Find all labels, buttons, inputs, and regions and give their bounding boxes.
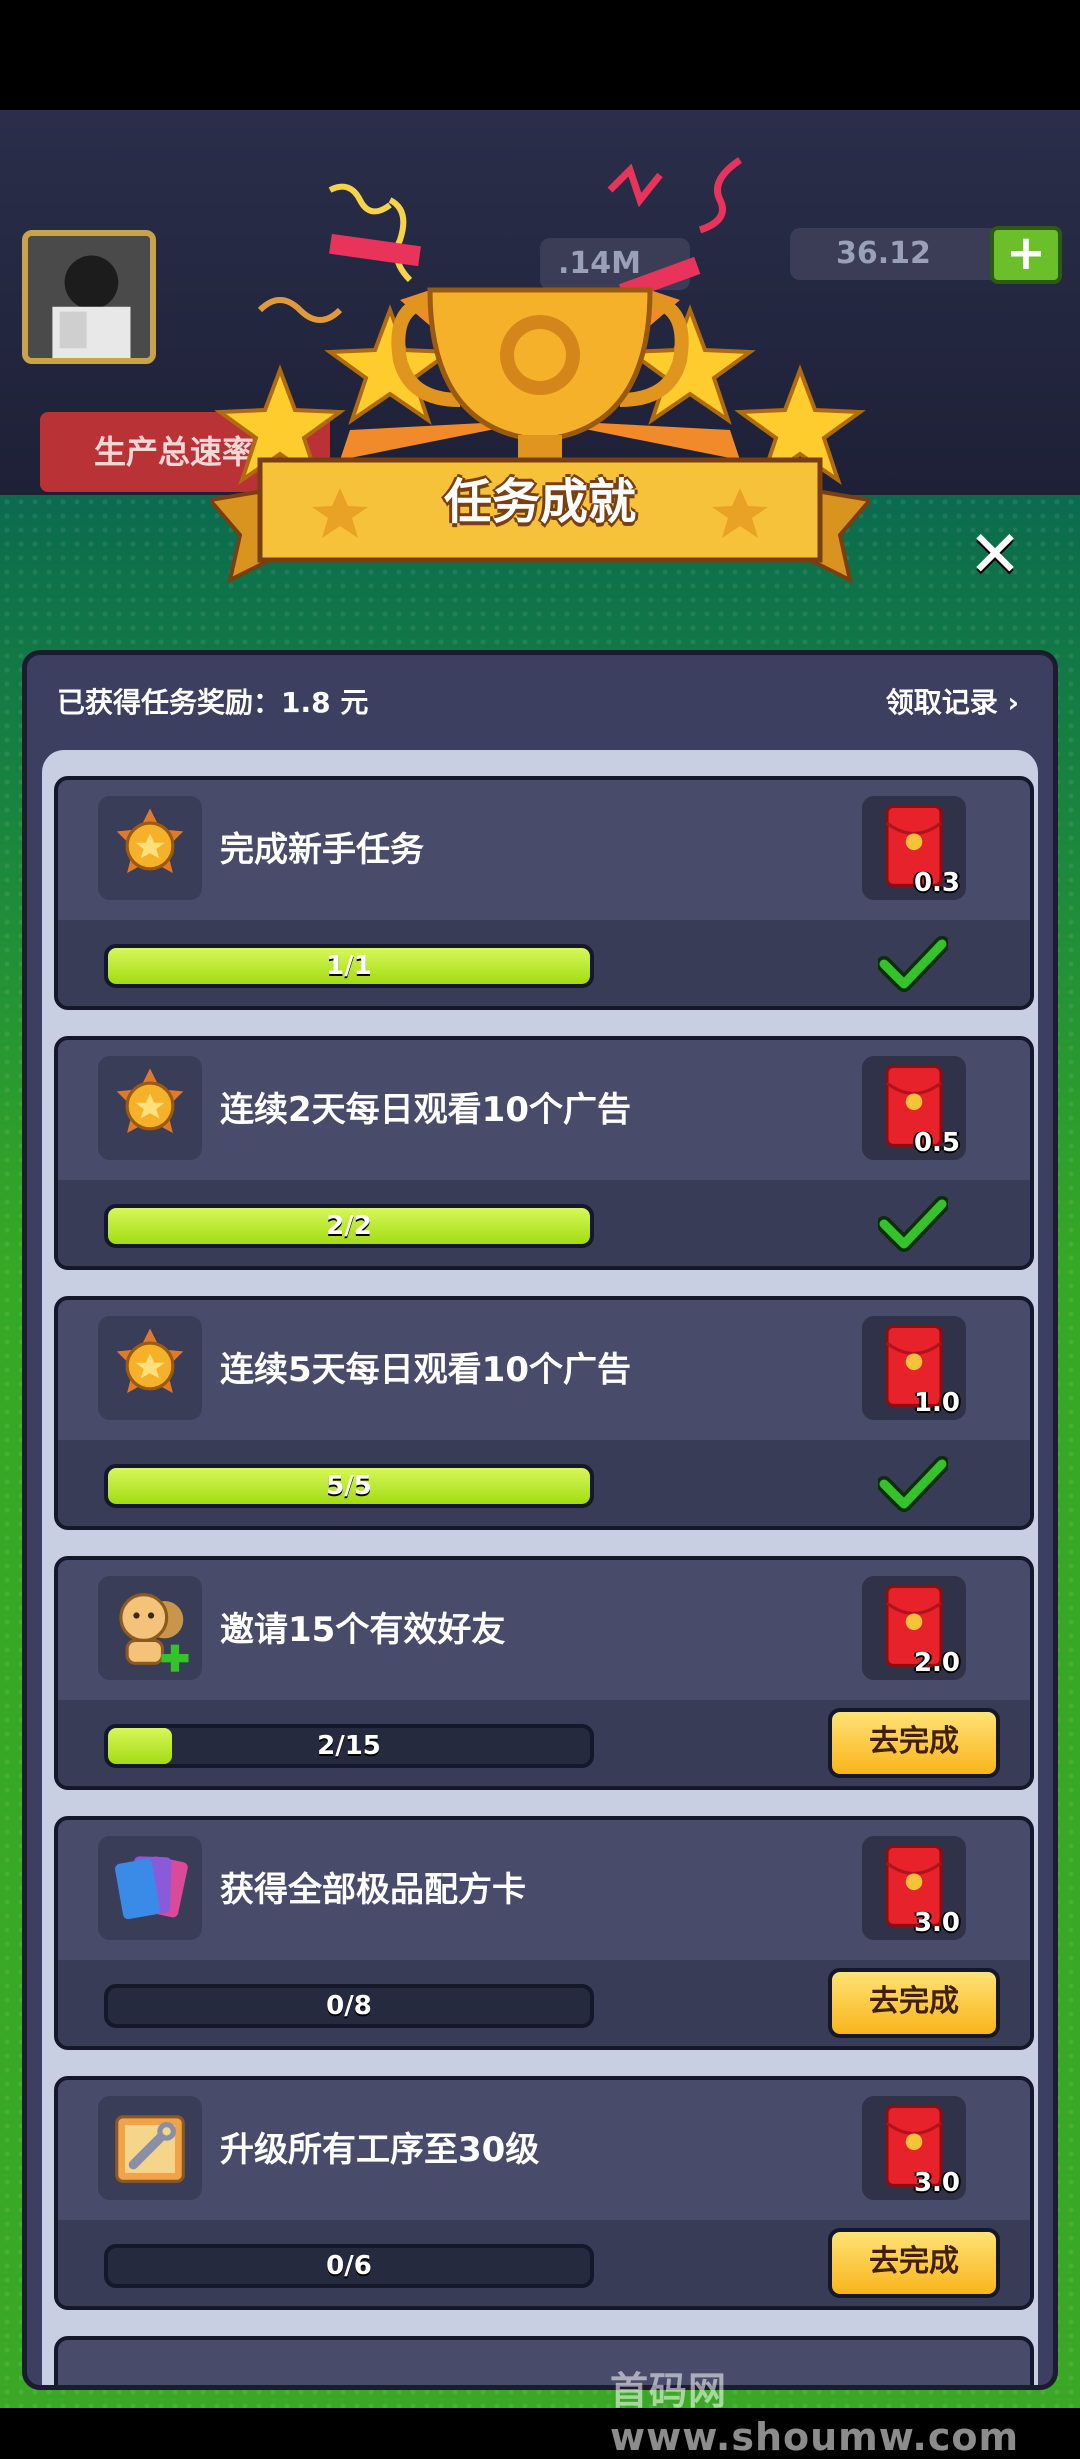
progress-text: 2/15: [317, 1731, 381, 1761]
progress-bar: 2/15: [104, 1724, 594, 1768]
task-list: 完成新手任务 0.3 1/1 连续2天每日观看10个广告 0.5 2/2 连续5…: [42, 750, 1038, 2385]
status-bar: [0, 0, 1080, 110]
progress-bar: 1/1: [104, 944, 594, 988]
progress-text: 5/5: [326, 1471, 372, 1501]
watermark: 首码网www.shoumw.com: [610, 2369, 1020, 2459]
check-icon: [878, 936, 948, 992]
recipe-cards-icon: [98, 1836, 202, 1940]
task-name: 连续5天每日观看10个广告: [220, 1350, 631, 1390]
task-card: 邀请15个有效好友 2.0 2/15 去完成: [54, 1556, 1034, 1790]
task-card: 获得全部极品配方卡 3.0 0/8 去完成: [54, 1816, 1034, 2050]
dialog-title: 任务成就: [443, 474, 636, 530]
progress-bar: 0/8: [104, 1984, 594, 2028]
check-icon: [878, 1456, 948, 1512]
task-card: 完成新手任务 0.3 1/1: [54, 776, 1034, 1010]
task-card: 连续5天每日观看10个广告 1.0 5/5: [54, 1296, 1034, 1530]
progress-text: 0/6: [326, 2251, 372, 2281]
reward-amount: 0.3: [913, 868, 960, 898]
invite-friend-icon: [98, 1576, 202, 1680]
go-complete-button[interactable]: 去完成: [828, 1708, 1000, 1778]
task-name: 完成新手任务: [220, 830, 424, 870]
red-envelope-reward: 0.5: [862, 1056, 966, 1160]
task-card: 升级所有工序至30级 3.0 0/6 去完成: [54, 2076, 1034, 2310]
reward-amount: 2.0: [913, 1648, 960, 1678]
medal-icon: [98, 1056, 202, 1160]
red-envelope-reward: 2.0: [862, 1576, 966, 1680]
upgrade-wrench-icon: [98, 2096, 202, 2200]
go-complete-button[interactable]: 去完成: [828, 2228, 1000, 2298]
red-envelope-reward: 3.0: [862, 2096, 966, 2200]
progress-bar: 5/5: [104, 1464, 594, 1508]
medal-icon: [98, 1316, 202, 1420]
reward-amount: 1.0: [913, 1388, 960, 1418]
task-name: 邀请15个有效好友: [220, 1610, 506, 1650]
reward-earned-text: 已获得任务奖励：1.8 元: [57, 686, 369, 719]
medal-icon: [98, 796, 202, 900]
task-name: 获得全部极品配方卡: [220, 1870, 526, 1910]
panel-header: 已获得任务奖励：1.8 元 领取记录 ›: [27, 655, 1053, 750]
close-button[interactable]: ✕: [960, 520, 1030, 590]
task-name: 连续2天每日观看10个广告: [220, 1090, 631, 1130]
red-envelope-reward: 3.0: [862, 1836, 966, 1940]
record-link[interactable]: 领取记录 ›: [886, 655, 1019, 750]
task-card: 连续2天每日观看10个广告 0.5 2/2: [54, 1036, 1034, 1270]
task-name: 升级所有工序至30级: [220, 2130, 540, 2170]
add-coins-button[interactable]: +: [990, 226, 1062, 284]
reward-amount: 3.0: [913, 2168, 960, 2198]
red-envelope-reward: 1.0: [862, 1316, 966, 1420]
progress-bar: 0/6: [104, 2244, 594, 2288]
progress-text: 0/8: [326, 1991, 372, 2021]
go-complete-button[interactable]: 去完成: [828, 1968, 1000, 2038]
check-icon: [878, 1196, 948, 1252]
reward-amount: 0.5: [913, 1128, 960, 1158]
reward-amount: 3.0: [913, 1908, 960, 1938]
red-envelope-reward: 0.3: [862, 796, 966, 900]
progress-bar: 2/2: [104, 1204, 594, 1248]
progress-text: 1/1: [326, 951, 372, 981]
progress-text: 2/2: [326, 1211, 372, 1241]
avatar[interactable]: [22, 230, 156, 364]
task-panel: 已获得任务奖励：1.8 元 领取记录 › 完成新手任务 0.3 1/1 连续2天…: [22, 650, 1058, 2390]
